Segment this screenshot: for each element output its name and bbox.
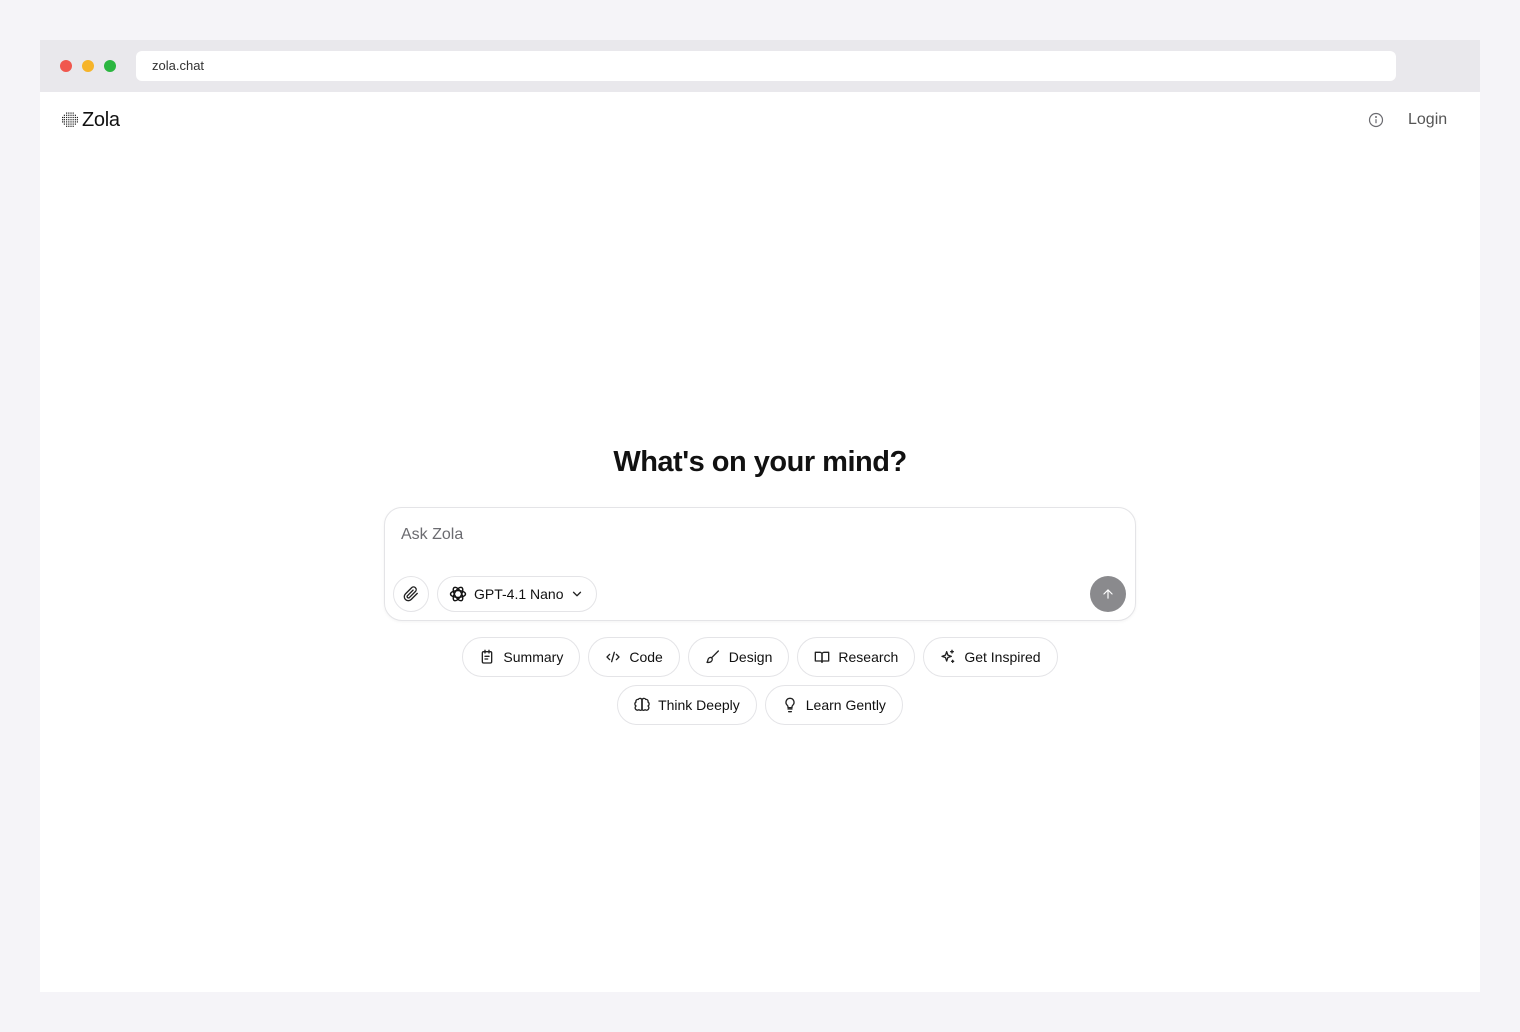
model-selector[interactable]: GPT-4.1 Nano — [437, 576, 597, 612]
suggestion-label: Think Deeply — [658, 697, 740, 713]
suggestion-label: Get Inspired — [964, 649, 1041, 665]
suggestion-code[interactable]: Code — [588, 637, 680, 677]
suggestion-think-deeply[interactable]: Think Deeply — [617, 685, 757, 725]
suggestion-label: Research — [838, 649, 899, 665]
lightbulb-icon — [785, 697, 795, 713]
info-button[interactable] — [1366, 110, 1386, 130]
suggestion-label: Learn Gently — [805, 697, 886, 713]
address-bar[interactable]: zola.chat — [136, 51, 1396, 81]
app-header: Zola Login — [40, 92, 1480, 148]
browser-window: zola.chat Zola Login What's on your mind… — [40, 40, 1480, 992]
suggestion-label: Summary — [503, 649, 564, 665]
notepad-icon — [482, 649, 493, 664]
brain-icon — [634, 697, 650, 711]
browser-toolbar: zola.chat — [40, 40, 1480, 92]
suggestion-learn-gently[interactable]: Learn Gently — [764, 685, 903, 725]
arrow-up-icon — [1103, 589, 1113, 599]
close-window-dot[interactable] — [60, 60, 72, 72]
brush-icon — [706, 650, 719, 664]
model-label: GPT-4.1 Nano — [474, 586, 564, 602]
chat-input[interactable] — [401, 522, 1101, 548]
paperclip-icon — [403, 586, 418, 602]
book-icon — [815, 651, 830, 663]
suggestions-row-1: Summary Code Design Research Get Inspire… — [40, 637, 1480, 677]
logo[interactable]: Zola — [62, 108, 120, 132]
openai-icon — [449, 586, 467, 602]
send-button[interactable] — [1090, 576, 1126, 612]
code-icon — [606, 651, 620, 663]
logo-text: Zola — [82, 108, 120, 131]
login-button[interactable]: Login — [1400, 108, 1455, 132]
attach-file-button[interactable] — [393, 576, 429, 612]
suggestion-get-inspired[interactable]: Get Inspired — [923, 637, 1058, 677]
chat-composer: GPT-4.1 Nano — [384, 507, 1136, 621]
suggestion-label: Design — [728, 649, 773, 665]
suggestion-label: Code — [629, 649, 663, 665]
suggestion-summary[interactable]: Summary — [462, 637, 581, 677]
page-title: What's on your mind? — [613, 446, 907, 478]
maximize-window-dot[interactable] — [104, 60, 116, 72]
info-icon — [1368, 112, 1384, 128]
zola-logo-icon — [62, 112, 78, 127]
suggestion-research[interactable]: Research — [797, 637, 916, 677]
minimize-window-dot[interactable] — [82, 60, 94, 72]
chevron-down-icon — [572, 591, 581, 597]
sparkle-icon — [941, 649, 955, 663]
suggestion-design[interactable]: Design — [687, 637, 790, 677]
suggestions-row-2: Think Deeply Learn Gently — [40, 685, 1480, 725]
